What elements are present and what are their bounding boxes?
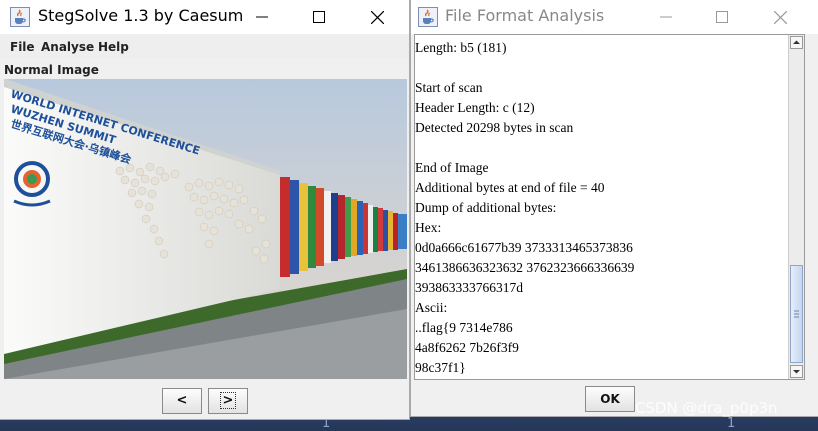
java-icon bbox=[10, 7, 30, 27]
analysis-line: Length: b5 (181) bbox=[415, 40, 507, 55]
desktop-mark: 1 bbox=[727, 416, 736, 431]
analysis-line: 4a8f6262 7b26f3f9 bbox=[415, 340, 519, 355]
analysis-line bbox=[415, 138, 634, 158]
window-title: StegSolve 1.3 by Caesum bbox=[38, 6, 244, 25]
ffa-titlebar[interactable]: File Format Analysis bbox=[411, 0, 818, 34]
vertical-scrollbar[interactable] bbox=[788, 35, 804, 379]
analysis-line: Hex: bbox=[415, 220, 442, 235]
analysis-line: 3461386636323632 3762323666336639 bbox=[415, 260, 635, 275]
analysis-line: 98c37f1} bbox=[415, 360, 466, 375]
scroll-up-button[interactable] bbox=[790, 36, 803, 49]
scroll-thumb[interactable] bbox=[790, 265, 803, 363]
prev-button[interactable]: < bbox=[162, 388, 202, 414]
ok-button[interactable]: OK bbox=[585, 386, 635, 412]
analysis-text-area[interactable]: Length: b5 (181) Start of scan Header Le… bbox=[414, 34, 805, 380]
menu-bar: File Analyse Help bbox=[0, 36, 409, 58]
navigation-row: < > bbox=[0, 384, 409, 418]
menu-analyse[interactable]: Analyse bbox=[41, 40, 94, 54]
analysis-line: Dump of additional bytes: bbox=[415, 200, 557, 215]
normal-image: WORLD INTERNET CONFERENCE WUZHEN SUMMIT … bbox=[4, 79, 407, 379]
panel-label: Normal Image bbox=[4, 63, 99, 77]
close-button[interactable] bbox=[757, 0, 803, 34]
minimize-button[interactable] bbox=[239, 0, 285, 34]
menu-file[interactable]: File bbox=[10, 40, 35, 54]
analysis-line: Additional bytes at end of file = 40 bbox=[415, 180, 605, 195]
analysis-line: 0d0a666c61677b39 3733313465373836 bbox=[415, 240, 633, 255]
analysis-line: 393863333766317d bbox=[415, 280, 523, 295]
close-button[interactable] bbox=[354, 0, 400, 34]
analysis-line: Ascii: bbox=[415, 300, 448, 315]
stegsolve-titlebar[interactable]: StegSolve 1.3 by Caesum bbox=[0, 0, 409, 34]
scroll-down-button[interactable] bbox=[790, 365, 803, 378]
next-label: > bbox=[219, 392, 237, 409]
next-button[interactable]: > bbox=[208, 388, 248, 414]
analysis-lines: Length: b5 (181) Start of scan Header Le… bbox=[415, 38, 634, 378]
menu-help[interactable]: Help bbox=[98, 40, 129, 54]
window-title: File Format Analysis bbox=[445, 6, 605, 25]
watermark-text: CSDN @dra_p0p3n bbox=[635, 399, 778, 417]
analysis-line bbox=[415, 58, 634, 78]
analysis-line: End of Image bbox=[415, 160, 489, 175]
analysis-line: Header Length: c (12) bbox=[415, 100, 535, 115]
maximize-button[interactable] bbox=[699, 0, 745, 34]
stegsolve-window: StegSolve 1.3 by Caesum File Analyse Hel… bbox=[0, 0, 409, 419]
analysis-line: ..flag{9 7314e786 bbox=[415, 320, 513, 335]
file-format-analysis-window: File Format Analysis Length: b5 (181) St… bbox=[411, 0, 818, 416]
maximize-button[interactable] bbox=[296, 0, 342, 34]
analysis-line: Detected 20298 bytes in scan bbox=[415, 120, 574, 135]
analysis-line: Start of scan bbox=[415, 80, 483, 95]
minimize-button[interactable] bbox=[643, 0, 689, 34]
prev-label: < bbox=[176, 393, 188, 408]
java-icon bbox=[418, 7, 438, 27]
